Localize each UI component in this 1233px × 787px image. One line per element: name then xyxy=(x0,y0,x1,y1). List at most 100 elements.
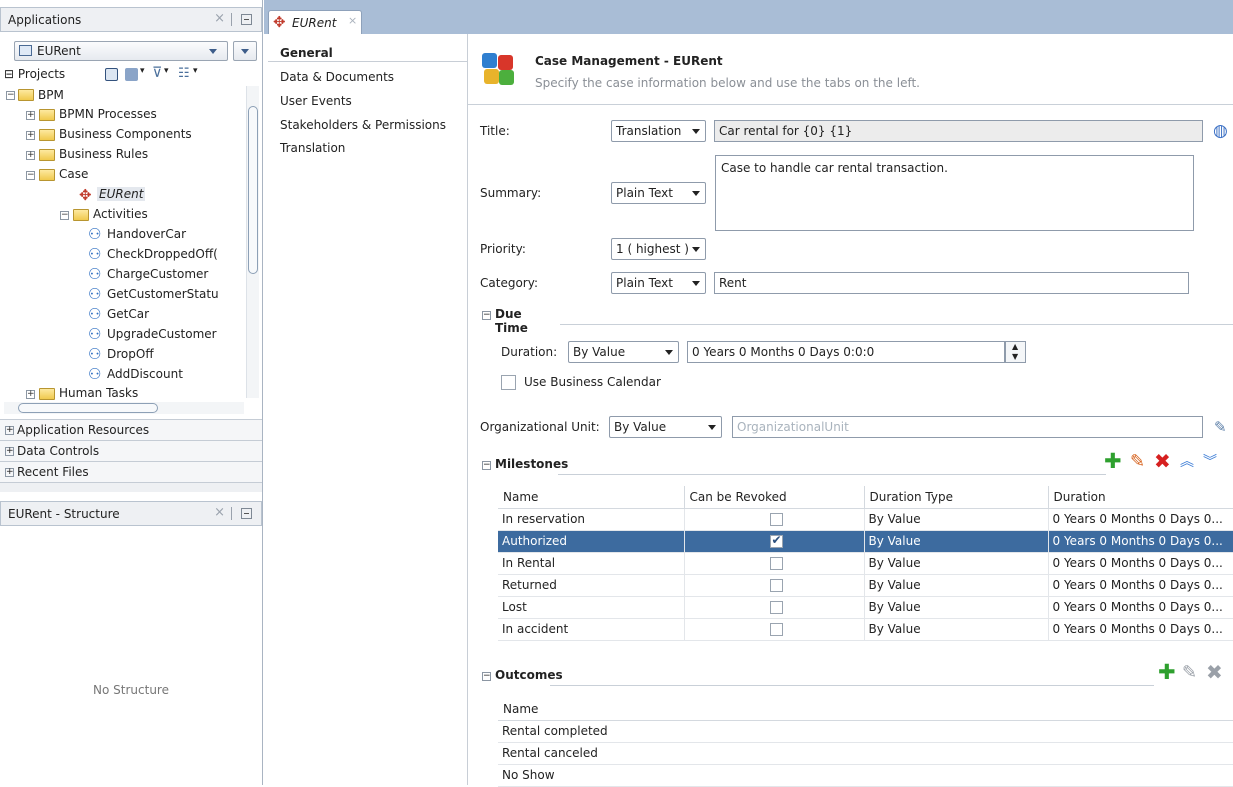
use-business-calendar-checkbox[interactable] xyxy=(501,375,516,390)
tab-eurent[interactable]: ✥ EURent × xyxy=(268,10,362,34)
delete-icon[interactable]: ✖ xyxy=(1206,662,1223,682)
table-row[interactable]: In Rental By Value 0 Years 0 Months 0 Da… xyxy=(498,552,1233,575)
outcome-name: Rental completed xyxy=(498,720,1233,743)
application-menu-button[interactable] xyxy=(233,41,257,61)
column-header[interactable]: Duration xyxy=(1048,486,1233,509)
priority-select[interactable]: 1 ( highest ) xyxy=(611,238,706,260)
can-be-revoked-checkbox[interactable] xyxy=(769,601,783,614)
add-icon[interactable]: ✚ xyxy=(1104,451,1122,472)
title-field[interactable]: Car rental for {0} {1} xyxy=(714,120,1203,142)
tree-horizontal-scrollbar[interactable] xyxy=(4,402,244,414)
collapse-icon[interactable]: − xyxy=(6,91,15,100)
close-icon[interactable]: × xyxy=(348,14,357,27)
category-mode-select[interactable]: Plain Text xyxy=(611,272,706,294)
tree-node-human-tasks[interactable]: + Human Tasks xyxy=(4,384,244,404)
summary-textarea[interactable]: Case to handle car rental transaction. xyxy=(715,155,1194,231)
scrollbar-thumb[interactable] xyxy=(248,106,258,274)
tree-node-activity[interactable]: ⚇ AddDiscount xyxy=(4,365,244,385)
nav-item-stakeholders-permissions[interactable]: Stakeholders & Permissions xyxy=(280,118,446,132)
chevron-down-icon[interactable]: ▾ xyxy=(193,66,198,76)
minimize-icon[interactable] xyxy=(241,14,252,25)
duration-spinner[interactable]: ▲ ▼ xyxy=(1005,341,1026,363)
summary-mode-select[interactable]: Plain Text xyxy=(611,182,706,204)
tree-node-business-components[interactable]: + Business Components xyxy=(4,125,244,145)
application-icon xyxy=(19,45,32,56)
tree-node-activity[interactable]: ⚇ HandoverCar xyxy=(4,225,244,245)
tree-node-case[interactable]: − Case xyxy=(4,165,244,185)
collapse-icon[interactable]: − xyxy=(60,211,69,220)
tree-node-bpmn-processes[interactable]: + BPMN Processes xyxy=(4,105,244,125)
splitter[interactable] xyxy=(0,482,262,492)
tree-node-eurent[interactable]: ✥ EURent xyxy=(4,185,244,205)
tree-vertical-scrollbar[interactable] xyxy=(246,86,259,398)
delete-icon[interactable]: ✖ xyxy=(1154,451,1171,471)
category-field[interactable]: Rent xyxy=(714,272,1189,294)
table-row[interactable]: No Show xyxy=(498,764,1233,787)
title-mode-select[interactable]: Translation xyxy=(611,120,706,142)
nav-item-translation[interactable]: Translation xyxy=(280,141,345,155)
working-sets-icon[interactable]: ☷ xyxy=(178,66,190,81)
chevron-down-icon[interactable]: ▾ xyxy=(164,66,169,76)
application-selector[interactable]: EURent xyxy=(14,41,228,61)
can-be-revoked-checkbox[interactable] xyxy=(769,623,783,636)
table-row[interactable]: In accident By Value 0 Years 0 Months 0 … xyxy=(498,618,1233,641)
expand-icon[interactable]: + xyxy=(26,111,35,120)
refresh-icon[interactable] xyxy=(125,68,138,81)
collapse-icon[interactable]: − xyxy=(26,171,35,180)
table-row[interactable]: Returned By Value 0 Years 0 Months 0 Day… xyxy=(498,574,1233,597)
nav-item-user-events[interactable]: User Events xyxy=(280,94,352,108)
expand-icon[interactable]: + xyxy=(26,131,35,140)
column-header[interactable]: Name xyxy=(498,486,685,509)
table-row[interactable]: Rental canceled xyxy=(498,742,1233,765)
edit-icon[interactable]: ✎ xyxy=(1130,453,1145,471)
projects-label[interactable]: ⊟ Projects xyxy=(4,67,65,81)
close-icon[interactable]: × xyxy=(214,11,225,26)
move-down-icon[interactable]: ︾ xyxy=(1203,453,1217,471)
nav-item-data-documents[interactable]: Data & Documents xyxy=(280,70,394,84)
table-row[interactable]: Rental completed xyxy=(498,720,1233,743)
can-be-revoked-checkbox[interactable] xyxy=(769,533,783,548)
tree-node-activity[interactable]: ⚇ GetCustomerStatu xyxy=(4,285,244,305)
tree-node-activities[interactable]: − Activities xyxy=(4,205,244,225)
tree-node-business-rules[interactable]: + Business Rules xyxy=(4,145,244,165)
accordion-data-controls[interactable]: + Data Controls xyxy=(0,440,262,461)
tree-node-bpm[interactable]: − BPM xyxy=(4,86,244,106)
minimize-icon[interactable] xyxy=(241,508,252,519)
edit-icon[interactable]: ✎ xyxy=(1214,418,1227,436)
column-header[interactable]: Name xyxy=(498,698,1233,721)
tree-node-activity[interactable]: ⚇ UpgradeCustomer xyxy=(4,325,244,345)
duration-mode-select[interactable]: By Value xyxy=(568,341,679,363)
tree-label: HandoverCar xyxy=(107,227,187,241)
duration-field[interactable]: 0 Years 0 Months 0 Days 0:0:0 xyxy=(687,341,1005,363)
table-row[interactable]: Lost By Value 0 Years 0 Months 0 Days 0.… xyxy=(498,596,1233,619)
column-header[interactable]: Can be Revoked xyxy=(684,486,865,509)
add-icon[interactable]: ✚ xyxy=(1158,662,1176,683)
tree-node-activity[interactable]: ⚇ DropOff xyxy=(4,345,244,365)
edit-icon[interactable]: ✎ xyxy=(1182,664,1197,682)
tree-node-activity[interactable]: ⚇ ChargeCustomer xyxy=(4,265,244,285)
tree-node-activity[interactable]: ⚇ GetCar xyxy=(4,305,244,325)
chevron-down-icon[interactable]: ▾ xyxy=(140,66,145,76)
expand-icon[interactable]: + xyxy=(26,390,35,399)
scrollbar-thumb[interactable] xyxy=(18,403,158,413)
chevron-down-icon[interactable]: ▼ xyxy=(1012,352,1018,361)
project-view-icon[interactable] xyxy=(105,68,118,81)
move-up-icon[interactable]: ︽ xyxy=(1180,453,1194,471)
filter-icon[interactable]: ⊽ xyxy=(152,65,162,81)
chevron-up-icon[interactable]: ▲ xyxy=(1012,342,1018,351)
org-unit-mode-select[interactable]: By Value xyxy=(609,416,722,438)
globe-icon[interactable]: ◍ xyxy=(1213,121,1228,141)
can-be-revoked-checkbox[interactable] xyxy=(769,557,783,570)
expand-icon: + xyxy=(5,425,14,435)
table-row[interactable]: In reservation By Value 0 Years 0 Months… xyxy=(498,508,1233,531)
table-row-selected[interactable]: Authorized By Value 0 Years 0 Months 0 D… xyxy=(498,530,1233,553)
org-unit-field[interactable]: OrganizationalUnit xyxy=(732,416,1203,438)
tree-node-activity[interactable]: ⚇ CheckDroppedOff( xyxy=(4,245,244,265)
can-be-revoked-checkbox[interactable] xyxy=(769,579,783,592)
close-icon[interactable]: × xyxy=(214,505,225,520)
column-header[interactable]: Duration Type xyxy=(864,486,1049,509)
accordion-recent-files[interactable]: + Recent Files xyxy=(0,461,262,482)
can-be-revoked-checkbox[interactable] xyxy=(769,513,783,526)
expand-icon[interactable]: + xyxy=(26,151,35,160)
accordion-application-resources[interactable]: + Application Resources xyxy=(0,419,262,440)
